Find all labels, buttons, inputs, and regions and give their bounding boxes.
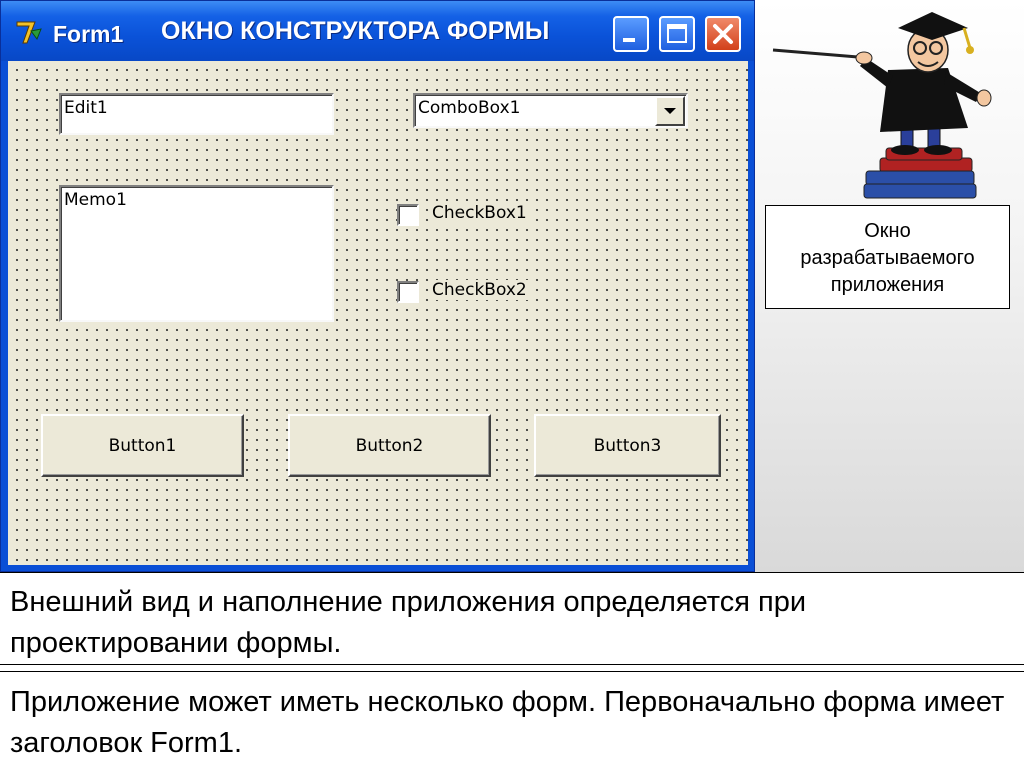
divider-top <box>0 572 1024 573</box>
minimize-button[interactable] <box>613 16 649 52</box>
divider-middle-1 <box>0 664 1024 665</box>
combobox1[interactable]: ComboBox1 <box>413 93 688 128</box>
callout-line-1: Окно <box>864 220 911 242</box>
button2[interactable]: Button2 <box>288 414 491 477</box>
edit1-field[interactable]: Edit1 <box>59 93 334 135</box>
professor-illustration <box>772 12 992 199</box>
callout-box: Окно разрабатываемого приложения <box>765 205 1010 309</box>
note-paragraph-1: Внешний вид и наполнение приложения опре… <box>10 586 807 659</box>
memo1-field[interactable]: Memo1 <box>59 185 334 322</box>
title-bar[interactable]: Form1 ОКНО КОНСТРУКТОРА ФОРМЫ <box>1 1 754 61</box>
window-title: Form1 <box>53 21 124 47</box>
form-designer-window: Form1 ОКНО КОНСТРУКТОРА ФОРМЫ Edit1 Comb… <box>0 0 755 572</box>
combobox-dropdown-button[interactable] <box>655 96 685 126</box>
checkbox1-label: CheckBox1 <box>430 203 529 223</box>
checkbox2-box[interactable] <box>397 281 419 303</box>
checkbox2-label: CheckBox2 <box>430 280 529 300</box>
checkbox1-box[interactable] <box>397 204 419 226</box>
close-icon <box>713 24 733 44</box>
dropdown-arrow-icon <box>664 108 676 114</box>
maximize-button[interactable] <box>659 16 695 52</box>
window-caption: ОКНО КОНСТРУКТОРА ФОРМЫ <box>161 17 550 45</box>
minimize-icon <box>623 38 635 42</box>
button3[interactable]: Button3 <box>534 414 721 477</box>
callout-line-3: приложения <box>830 274 945 296</box>
divider-middle-2 <box>0 671 1024 672</box>
button1[interactable]: Button1 <box>41 414 244 477</box>
note-paragraph-2: Приложение может иметь несколько форм. П… <box>10 686 1005 759</box>
delphi-app-icon <box>16 21 42 44</box>
callout-line-2: разрабатываемого <box>800 247 975 269</box>
form-client-area[interactable]: Edit1 ComboBox1 Memo1 CheckBox1 CheckBox… <box>8 61 748 565</box>
combobox1-value: ComboBox1 <box>418 98 521 118</box>
close-button[interactable] <box>705 16 741 52</box>
maximize-icon <box>667 24 687 43</box>
